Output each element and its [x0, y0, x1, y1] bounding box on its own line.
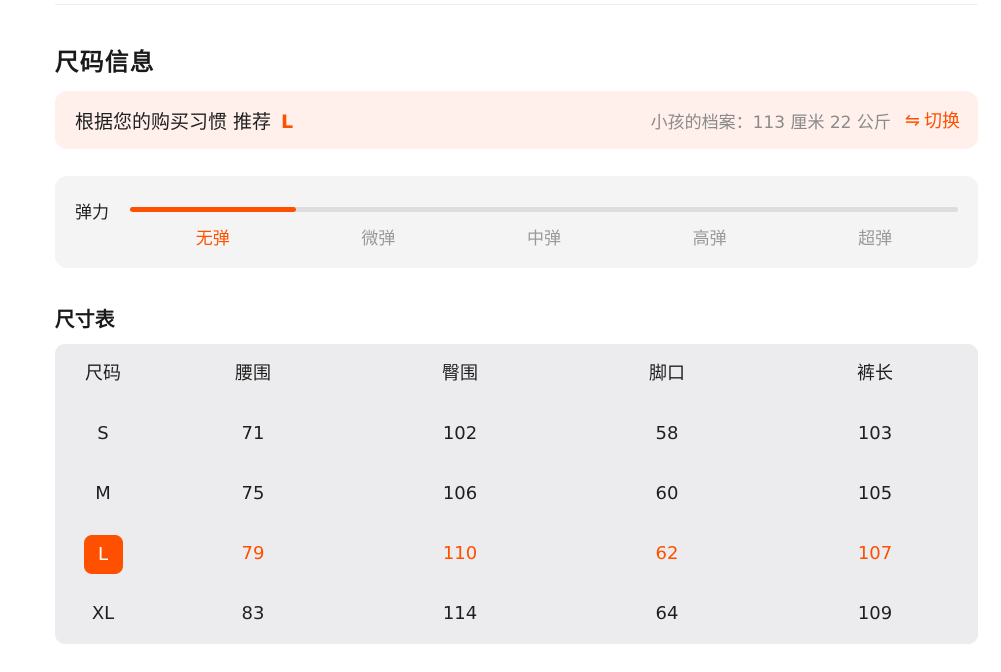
table-row: L 79 110 62 107 [55, 524, 978, 584]
header-waist: 腰围 [235, 363, 271, 384]
elasticity-level-3: 中弹 [526, 229, 561, 249]
table-cell-hem: 64 [655, 603, 679, 624]
size-recommendation-bar: 根据您的购买习惯 推荐 L 小孩的档案：113 厘米 22 公斤 ⇋ 切换 [55, 91, 978, 149]
table-cell-hip: 106 [442, 483, 478, 504]
table-cell-length: 107 [857, 543, 893, 564]
recommended-size-badge: L [83, 534, 123, 574]
table-cell-hem: 62 [655, 543, 679, 564]
child-profile-text: 小孩的档案：113 厘米 22 公斤 [650, 112, 891, 133]
size-chart-title: 尺寸表 [55, 307, 115, 331]
section-title: 尺码信息 [55, 48, 155, 76]
top-divider [55, 4, 978, 5]
table-cell-hip: 114 [442, 603, 478, 624]
header-size: 尺码 [85, 363, 121, 384]
elasticity-levels: 无弹 微弹 中弹 高弹 超弹 [130, 224, 958, 249]
child-profile: 小孩的档案：113 厘米 22 公斤 ⇋ 切换 [651, 107, 960, 133]
header-length: 裤长 [857, 363, 893, 384]
header-hip: 臀围 [442, 363, 478, 384]
table-cell-size: M [95, 483, 111, 504]
elasticity-label: 弹力 [75, 203, 109, 223]
elasticity-track [130, 207, 958, 212]
table-row: M 75 106 60 105 [55, 464, 978, 524]
table-cell-hip: 102 [442, 423, 478, 444]
table-cell-length: 109 [857, 603, 893, 624]
table-cell-waist: 79 [241, 543, 265, 564]
table-cell-waist: 83 [241, 603, 265, 624]
table-cell-length: 105 [857, 483, 893, 504]
switch-profile-button[interactable]: ⇋ 切换 [905, 107, 960, 133]
table-cell-waist: 71 [241, 423, 265, 444]
recommendation-text: 根据您的购买习惯 推荐 L [75, 107, 293, 134]
elasticity-level-5: 超弹 [858, 229, 893, 249]
table-cell-size: S [97, 423, 109, 444]
table-row: XL 83 114 64 109 [55, 584, 978, 644]
elasticity-card: 弹力 无弹 微弹 中弹 高弹 超弹 [55, 176, 978, 268]
table-cell-size: XL [91, 603, 115, 624]
elasticity-level-1: 无弹 [195, 229, 230, 249]
elasticity-track-fill [130, 207, 296, 212]
table-cell-length: 103 [857, 423, 893, 444]
table-cell-hip: 110 [442, 543, 478, 564]
size-chart-table: 尺码 腰围 臀围 脚口 裤长 S 71 102 58 103 M 75 106 60 105 L 79 110 62… [55, 344, 978, 644]
table-cell-size: L [43, 524, 163, 584]
recommendation-prefix: 根据您的购买习惯 推荐 [75, 110, 272, 133]
table-cell-waist: 75 [241, 483, 265, 504]
recommended-size: L [281, 110, 294, 133]
table-header-row: 尺码 腰围 臀围 脚口 裤长 [55, 344, 978, 404]
swap-arrows-icon: ⇋ [904, 109, 920, 131]
elasticity-level-2: 微弹 [361, 229, 396, 249]
table-cell-hem: 58 [655, 423, 679, 444]
switch-profile-label: 切换 [924, 111, 960, 132]
header-hem: 脚口 [649, 363, 685, 384]
elasticity-level-4: 高弹 [692, 229, 727, 249]
table-cell-hem: 60 [655, 483, 679, 504]
table-row: S 71 102 58 103 [55, 404, 978, 464]
